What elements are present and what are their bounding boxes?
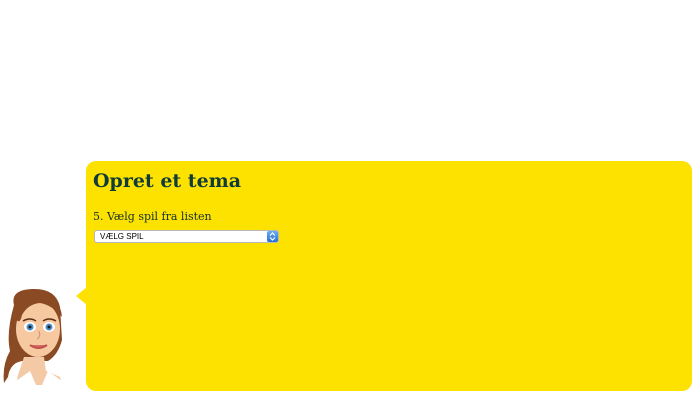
- assistant-avatar: [0, 285, 80, 385]
- create-theme-panel: Opret et tema 5. Vælg spil fra listen VÆ…: [76, 161, 692, 391]
- step-label: 5. Vælg spil fra listen: [93, 210, 212, 223]
- game-select-value: VÆLG SPIL: [100, 232, 144, 241]
- panel-title: Opret et tema: [93, 170, 242, 192]
- chevron-up-down-icon[interactable]: [267, 231, 278, 242]
- game-select[interactable]: VÆLG SPIL: [94, 230, 279, 243]
- speech-bubble-pointer: [76, 287, 87, 305]
- page: Opret et tema 5. Vælg spil fra listen VÆ…: [0, 0, 700, 400]
